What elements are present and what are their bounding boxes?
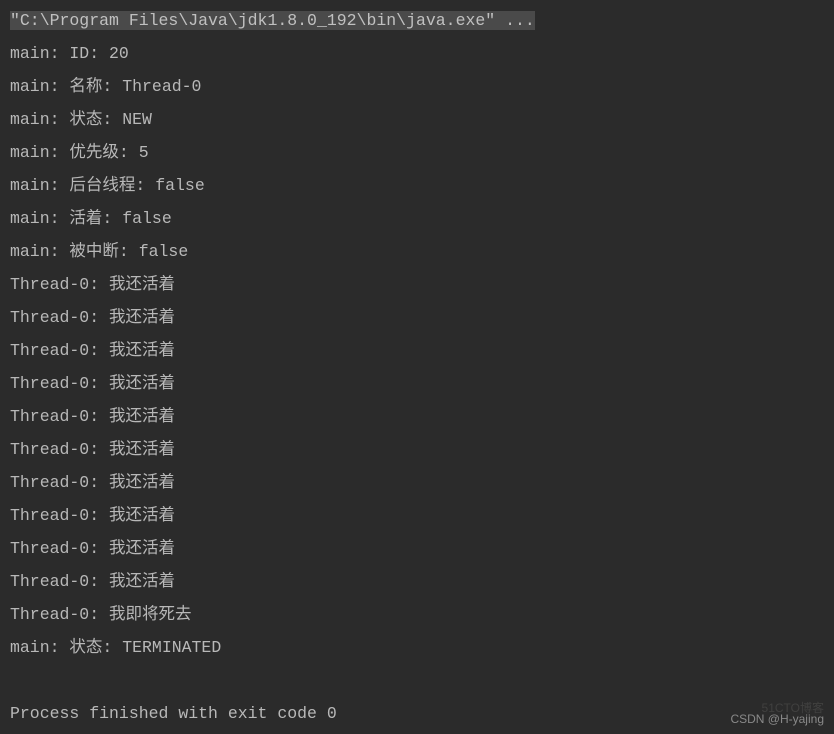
output-line: Thread-0: 我还活着 bbox=[10, 400, 824, 433]
command-line: "C:\Program Files\Java\jdk1.8.0_192\bin\… bbox=[10, 11, 535, 30]
command-line-wrapper: "C:\Program Files\Java\jdk1.8.0_192\bin\… bbox=[10, 4, 824, 37]
output-line: Thread-0: 我还活着 bbox=[10, 532, 824, 565]
output-line: main: 被中断: false bbox=[10, 235, 824, 268]
output-line: Thread-0: 我还活着 bbox=[10, 268, 824, 301]
output-line: Thread-0: 我还活着 bbox=[10, 565, 824, 598]
output-line: main: 活着: false bbox=[10, 202, 824, 235]
output-line: main: 名称: Thread-0 bbox=[10, 70, 824, 103]
output-line: Thread-0: 我还活着 bbox=[10, 466, 824, 499]
watermark-primary: CSDN @H-yajing bbox=[730, 712, 824, 726]
output-line: Thread-0: 我还活着 bbox=[10, 367, 824, 400]
output-line: main: 状态: TERMINATED bbox=[10, 631, 824, 664]
output-line: main: 优先级: 5 bbox=[10, 136, 824, 169]
output-line: main: ID: 20 bbox=[10, 37, 824, 70]
blank-line bbox=[10, 664, 824, 697]
output-line: Thread-0: 我还活着 bbox=[10, 499, 824, 532]
output-line: main: 状态: NEW bbox=[10, 103, 824, 136]
output-line: Thread-0: 我还活着 bbox=[10, 301, 824, 334]
exit-line: Process finished with exit code 0 bbox=[10, 697, 824, 730]
output-line: main: 后台线程: false bbox=[10, 169, 824, 202]
console-output[interactable]: "C:\Program Files\Java\jdk1.8.0_192\bin\… bbox=[0, 0, 834, 734]
output-line: Thread-0: 我还活着 bbox=[10, 433, 824, 466]
output-line: Thread-0: 我即将死去 bbox=[10, 598, 824, 631]
output-line: Thread-0: 我还活着 bbox=[10, 334, 824, 367]
